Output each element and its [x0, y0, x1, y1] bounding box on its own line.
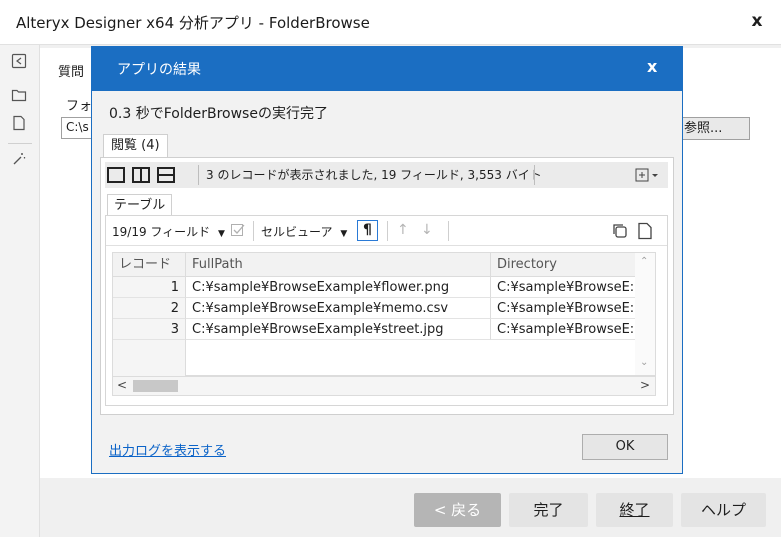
single-view-icon[interactable]: [107, 166, 125, 184]
toolbar-divider: [8, 143, 32, 144]
new-document-icon[interactable]: [636, 222, 654, 240]
split-vertical-icon[interactable]: [132, 166, 150, 184]
folder-field-label: フォ: [66, 99, 93, 114]
magic-wand-icon[interactable]: [10, 151, 28, 169]
horizontal-scrollbar[interactable]: < >: [112, 376, 656, 396]
cell-viewer-label: セルビューア: [261, 225, 333, 239]
window-title: Alteryx Designer x64 分析アプリ - FolderBrows…: [16, 14, 370, 32]
column-header-record[interactable]: レコード: [113, 253, 186, 277]
cell-viewer-dropdown[interactable]: セルビューア ▼: [261, 223, 347, 240]
scroll-down-icon[interactable]: ⌄: [640, 357, 648, 368]
table-toolbar: 19/19 フィールド ▼ セルビューア ▼ ¶ ↑ ↓: [106, 216, 667, 246]
chevron-down-icon: ▼: [218, 229, 225, 239]
left-toolbar: [0, 45, 40, 537]
toolbar-divider: [198, 165, 199, 185]
help-button[interactable]: ヘルプ: [681, 493, 766, 527]
scroll-left-icon[interactable]: <: [117, 378, 127, 392]
window-title-bar: Alteryx Designer x64 分析アプリ - FolderBrows…: [0, 0, 781, 45]
question-tab[interactable]: 質問: [58, 61, 84, 80]
collapse-panel-icon[interactable]: [10, 53, 28, 71]
pilcrow-toggle-button[interactable]: ¶: [357, 220, 378, 241]
arrow-up-icon[interactable]: ↑: [397, 222, 409, 238]
back-button[interactable]: < 戻る: [414, 493, 501, 527]
folder-icon[interactable]: [10, 87, 28, 105]
results-toolbar: 3 のレコードが表示されました, 19 フィールド, 3,553 バイト: [105, 162, 668, 188]
row-number-cell: 3: [113, 319, 186, 340]
app-results-dialog: アプリの結果 x 0.3 秒でFolderBrowseの実行完了 閲覧 (4) …: [91, 46, 683, 474]
column-header-directory[interactable]: Directory: [491, 253, 642, 277]
exit-button[interactable]: 終了: [596, 493, 673, 527]
row-number-cell: 1: [113, 277, 186, 298]
field-selector-dropdown[interactable]: 19/19 フィールド ▼: [112, 223, 225, 240]
run-complete-message: 0.3 秒でFolderBrowseの実行完了: [109, 106, 328, 122]
browse-results-panel: 3 のレコードが表示されました, 19 フィールド, 3,553 バイト テーブ…: [100, 157, 674, 415]
scroll-right-icon[interactable]: >: [640, 378, 650, 392]
results-summary: 3 のレコードが表示されました, 19 フィールド, 3,553 バイト: [206, 168, 542, 182]
dialog-close-button[interactable]: x: [647, 57, 657, 76]
tab-browse[interactable]: 閲覧 (4): [103, 134, 168, 157]
window-close-button[interactable]: x: [746, 9, 768, 33]
folder-path-value: C:\s: [66, 120, 89, 134]
row-number-cell: 2: [113, 298, 186, 319]
table-view: 19/19 フィールド ▼ セルビューア ▼ ¶ ↑ ↓ レコード FullPa…: [105, 215, 668, 406]
show-output-log-link[interactable]: 出力ログを表示する: [109, 440, 226, 459]
toolbar-divider: [534, 165, 535, 185]
field-count-label: 19/19 フィールド: [112, 225, 211, 239]
browse-button[interactable]: 参照...: [680, 117, 750, 140]
fullpath-cell[interactable]: C:¥sample¥BrowseExample¥flower.png: [186, 277, 491, 298]
fullpath-cell[interactable]: C:¥sample¥BrowseExample¥street.jpg: [186, 319, 491, 340]
row-number-gutter: [113, 340, 186, 376]
vertical-scrollbar[interactable]: ⌃ ⌄: [635, 252, 656, 376]
horizontal-scroll-thumb[interactable]: [133, 380, 178, 392]
dialog-title-bar: アプリの結果 x: [92, 47, 682, 91]
toolbar-divider: [253, 221, 254, 241]
checkbox-icon[interactable]: [230, 222, 248, 240]
column-header-fullpath[interactable]: FullPath: [186, 253, 491, 277]
directory-cell[interactable]: C:¥sample¥BrowseE:: [491, 277, 642, 298]
split-horizontal-icon[interactable]: [157, 166, 175, 184]
dialog-title: アプリの結果: [117, 62, 201, 78]
results-table: レコード FullPath Directory 1 C:¥sample¥Brow…: [112, 252, 642, 376]
toolbar-divider: [387, 221, 388, 241]
fullpath-cell[interactable]: C:¥sample¥BrowseExample¥memo.csv: [186, 298, 491, 319]
tab-table[interactable]: テーブル: [107, 194, 173, 216]
arrow-down-icon[interactable]: ↓: [421, 222, 433, 238]
ok-button[interactable]: OK: [582, 434, 668, 460]
toolbar-divider: [448, 221, 449, 241]
add-window-icon[interactable]: [635, 166, 658, 184]
directory-cell[interactable]: C:¥sample¥BrowseE:: [491, 319, 642, 340]
copy-icon[interactable]: [611, 222, 629, 240]
file-icon[interactable]: [10, 115, 28, 133]
finish-button[interactable]: 完了: [509, 493, 588, 527]
directory-cell[interactable]: C:¥sample¥BrowseE:: [491, 298, 642, 319]
chevron-down-icon: ▼: [340, 229, 348, 239]
scroll-up-icon[interactable]: ⌃: [640, 256, 648, 267]
